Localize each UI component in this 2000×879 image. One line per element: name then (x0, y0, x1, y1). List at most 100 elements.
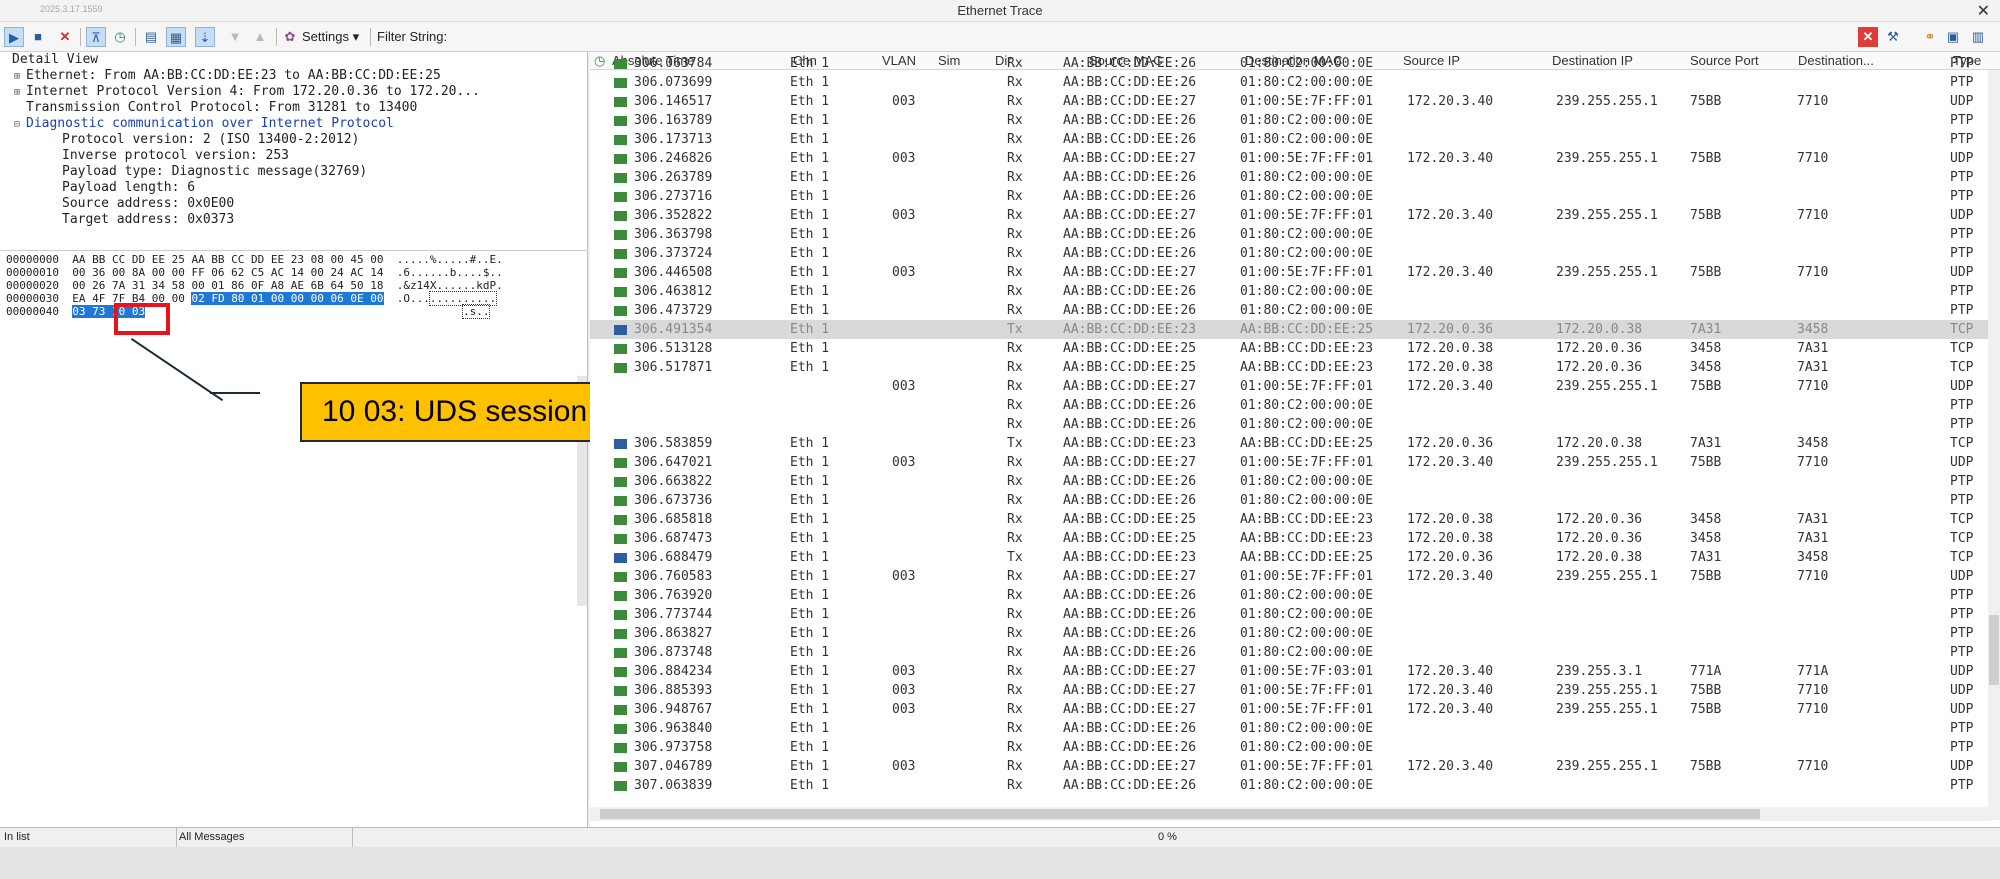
rx-message-icon (614, 268, 627, 278)
table-row[interactable]: 306.873748 Eth 1 Rx AA:BB:CC:DD:EE:26 01:80:… (590, 643, 1990, 662)
wrench-icon[interactable]: ⚒ (1883, 27, 1903, 47)
tree-item-inverse-version[interactable]: Inverse protocol version: 253 (62, 148, 289, 164)
table-row[interactable]: 306.146517 Eth 1 003 Rx AA:BB:CC:DD:EE:27 01:… (590, 92, 1990, 111)
cell-source-mac: AA:BB:CC:DD:EE:26 (1063, 170, 1197, 185)
table-row[interactable]: 306.973758 Eth 1 Rx AA:BB:CC:DD:EE:26 01:80:… (590, 738, 1990, 757)
table-row[interactable]: 306.583859 Eth 1 Tx AA:BB:CC:DD:EE:23 AA:BB:… (590, 434, 1990, 453)
table-row[interactable]: 307.046789 Eth 1 003 Rx AA:BB:CC:DD:EE:27 01:… (590, 757, 1990, 776)
expand-icon[interactable]: ⊞ (14, 85, 26, 101)
table-row[interactable]: 306.517871 Eth 1 Rx AA:BB:CC:DD:EE:25 AA:BB:… (590, 358, 1990, 377)
horizontal-scrollbar[interactable] (590, 807, 1990, 821)
table-row[interactable]: Rx AA:BB:CC:DD:EE:26 01:80:C2:00:00:0E PTP (590, 396, 1990, 415)
cell-dest-ip: 239.255.255.1 (1556, 379, 1658, 394)
hex-view[interactable]: 00000000 AA BB CC DD EE 25 AA BB CC DD E… (0, 250, 588, 370)
table-row[interactable]: 306.473729 Eth 1 Rx AA:BB:CC:DD:EE:26 01:80:… (590, 301, 1990, 320)
table-row[interactable]: 306.163789 Eth 1 Rx AA:BB:CC:DD:EE:26 01:80:… (590, 111, 1990, 130)
rx-message-icon (614, 135, 627, 145)
table-row[interactable]: 306.963840 Eth 1 Rx AA:BB:CC:DD:EE:26 01:80:… (590, 719, 1990, 738)
list-view-icon[interactable]: ▦ (166, 27, 186, 47)
pause-icon[interactable]: ■ (28, 27, 48, 47)
cell-chn: Eth 1 (790, 721, 830, 736)
table-row[interactable]: 306.463812 Eth 1 Rx AA:BB:CC:DD:EE:26 01:80:… (590, 282, 1990, 301)
tree-item-tcp[interactable]: Transmission Control Protocol: From 3128… (14, 100, 417, 117)
table-row[interactable]: 306.513128 Eth 1 Rx AA:BB:CC:DD:EE:25 AA:BB:… (590, 339, 1990, 358)
table-row[interactable]: 306.363798 Eth 1 Rx AA:BB:CC:DD:EE:26 01:80:… (590, 225, 1990, 244)
cell-type: PTP (1950, 284, 1974, 299)
detail-view-icon[interactable]: ▤ (141, 27, 161, 47)
hex-row: 00000040 03 73 10 03 .s.. (6, 304, 491, 319)
table-row[interactable]: 306.373724 Eth 1 Rx AA:BB:CC:DD:EE:26 01:80:… (590, 244, 1990, 263)
cell-dest-port: 7710 (1797, 569, 1829, 584)
sort-icon[interactable]: ⇣ (195, 27, 215, 47)
window-icon[interactable]: ▣ (1943, 27, 1963, 47)
cell-time: 306.163789 (634, 113, 713, 128)
close-window-button[interactable]: ✕ (1977, 1, 1990, 21)
expand-icon[interactable]: ⊞ (14, 69, 26, 85)
collapse-icon[interactable]: ⊟ (14, 117, 26, 133)
cell-dest-port: 7A31 (1797, 360, 1829, 375)
table-row[interactable]: 306.863827 Eth 1 Rx AA:BB:CC:DD:EE:26 01:80:… (590, 624, 1990, 643)
rx-message-icon (614, 705, 627, 715)
table-row[interactable]: 306.948767 Eth 1 003 Rx AA:BB:CC:DD:EE:27 01:… (590, 700, 1990, 719)
clock-icon[interactable]: ◷ (110, 27, 130, 47)
table-row[interactable]: 306.246826 Eth 1 003 Rx AA:BB:CC:DD:EE:27 01:… (590, 149, 1990, 168)
cell-dest-mac: 01:00:5E:7F:FF:01 (1240, 379, 1374, 394)
table-row[interactable]: 306.647021 Eth 1 003 Rx AA:BB:CC:DD:EE:27 01:… (590, 453, 1990, 472)
cell-chn: Eth 1 (790, 664, 830, 679)
table-row[interactable]: 306.491354 Eth 1 Tx AA:BB:CC:DD:EE:23 AA:BB:… (590, 320, 1990, 339)
link-icon[interactable]: ⚭ (1920, 27, 1940, 47)
table-row[interactable]: 306.446508 Eth 1 003 Rx AA:BB:CC:DD:EE:27 01:… (590, 263, 1990, 282)
tree-item-payload-type[interactable]: Payload type: Diagnostic message(32769) (62, 164, 367, 180)
clear-icon[interactable]: ✕ (55, 27, 75, 47)
cell-type: PTP (1950, 56, 1974, 71)
table-row[interactable]: 306.173713 Eth 1 Rx AA:BB:CC:DD:EE:26 01:80:… (590, 130, 1990, 149)
table-row[interactable]: 306.763920 Eth 1 Rx AA:BB:CC:DD:EE:26 01:80:… (590, 586, 1990, 605)
table-row[interactable]: 307.063839 Eth 1 Rx AA:BB:CC:DD:EE:26 01:80:… (590, 776, 1990, 795)
table-row[interactable]: 306.263789 Eth 1 Rx AA:BB:CC:DD:EE:26 01:80:… (590, 168, 1990, 187)
gear-icon[interactable]: ✿ (280, 27, 300, 47)
cell-dest-mac: AA:BB:CC:DD:EE:23 (1240, 360, 1374, 375)
tree-item-ipv4[interactable]: ⊞ Internet Protocol Version 4: From 172.2… (14, 84, 480, 101)
tree-label: Payload type: Diagnostic message(32769) (62, 164, 368, 179)
cell-chn: Eth 1 (790, 265, 830, 280)
layout-icon[interactable]: ▥ (1968, 27, 1988, 47)
filter-up-icon[interactable]: ▲ (250, 27, 270, 47)
cell-chn: Eth 1 (790, 75, 830, 90)
table-row[interactable]: 306.760583 Eth 1 003 Rx AA:BB:CC:DD:EE:27 01:… (590, 567, 1990, 586)
settings-menu[interactable]: Settings ▾ (302, 29, 359, 45)
table-row[interactable]: 003 Rx AA:BB:CC:DD:EE:27 01:00:5E:7F:FF:01 1… (590, 377, 1990, 396)
tree-item-target-address[interactable]: Target address: 0x0373 (62, 212, 234, 228)
cell-dest-ip: 172.20.0.38 (1556, 436, 1643, 451)
tree-item-protocol-version[interactable]: Protocol version: 2 (ISO 13400-2:2012) (62, 132, 359, 148)
table-row[interactable]: 306.273716 Eth 1 Rx AA:BB:CC:DD:EE:26 01:80:… (590, 187, 1990, 206)
time-mode-icon[interactable]: ⊼ (86, 27, 106, 47)
table-row[interactable]: 306.885393 Eth 1 003 Rx AA:BB:CC:DD:EE:27 01:… (590, 681, 1990, 700)
tree-item-payload-length[interactable]: Payload length: 6 (62, 180, 195, 196)
table-row[interactable]: 306.663822 Eth 1 Rx AA:BB:CC:DD:EE:26 01:80:… (590, 472, 1990, 491)
table-row[interactable]: Rx AA:BB:CC:DD:EE:26 01:80:C2:00:00:0E PTP (590, 415, 1990, 434)
table-row[interactable]: 306.673736 Eth 1 Rx AA:BB:CC:DD:EE:26 01:80:… (590, 491, 1990, 510)
cell-type: PTP (1950, 246, 1974, 261)
tree-item-ethernet[interactable]: ⊞ Ethernet: From AA:BB:CC:DD:EE:23 to AA:… (14, 68, 441, 85)
tree-item-source-address[interactable]: Source address: 0x0E00 (62, 196, 234, 212)
scroll-thumb[interactable] (600, 809, 1760, 819)
table-row[interactable]: 306.073699 Eth 1 Rx AA:BB:CC:DD:EE:26 01:80:… (590, 73, 1990, 92)
table-row[interactable]: 306.773744 Eth 1 Rx AA:BB:CC:DD:EE:26 01:80:… (590, 605, 1990, 624)
table-row[interactable]: 306.685818 Eth 1 Rx AA:BB:CC:DD:EE:25 AA:BB:… (590, 510, 1990, 529)
table-row[interactable]: 306.884234 Eth 1 003 Rx AA:BB:CC:DD:EE:27 01:… (590, 662, 1990, 681)
tree-item-doip[interactable]: ⊟ Diagnostic communication over Internet … (14, 116, 394, 133)
settings-label: Settings (302, 29, 349, 44)
hex-offset: 00000030 (6, 292, 59, 305)
title-bar: 2025.3.17.1559 Ethernet Trace ✕ (0, 0, 2000, 22)
vertical-scrollbar[interactable] (1988, 70, 2000, 820)
table-row[interactable]: 306.687473 Eth 1 Rx AA:BB:CC:DD:EE:25 AA:BB:… (590, 529, 1990, 548)
play-icon[interactable]: ▶ (4, 27, 24, 47)
toolbar-separator (370, 28, 371, 46)
table-row[interactable]: 306.063784 Eth 1 Rx AA:BB:CC:DD:EE:26 01:80:… (590, 54, 1990, 73)
filter-down-icon[interactable]: ▼ (225, 27, 245, 47)
table-row[interactable]: 306.688479 Eth 1 Tx AA:BB:CC:DD:EE:23 AA:BB:… (590, 548, 1990, 567)
table-row[interactable]: 306.352822 Eth 1 003 Rx AA:BB:CC:DD:EE:27 01:… (590, 206, 1990, 225)
cell-source-ip: 172.20.3.40 (1407, 379, 1494, 394)
clear-filter-icon[interactable]: ✕ (1858, 27, 1878, 47)
scroll-thumb[interactable] (1989, 615, 1999, 685)
